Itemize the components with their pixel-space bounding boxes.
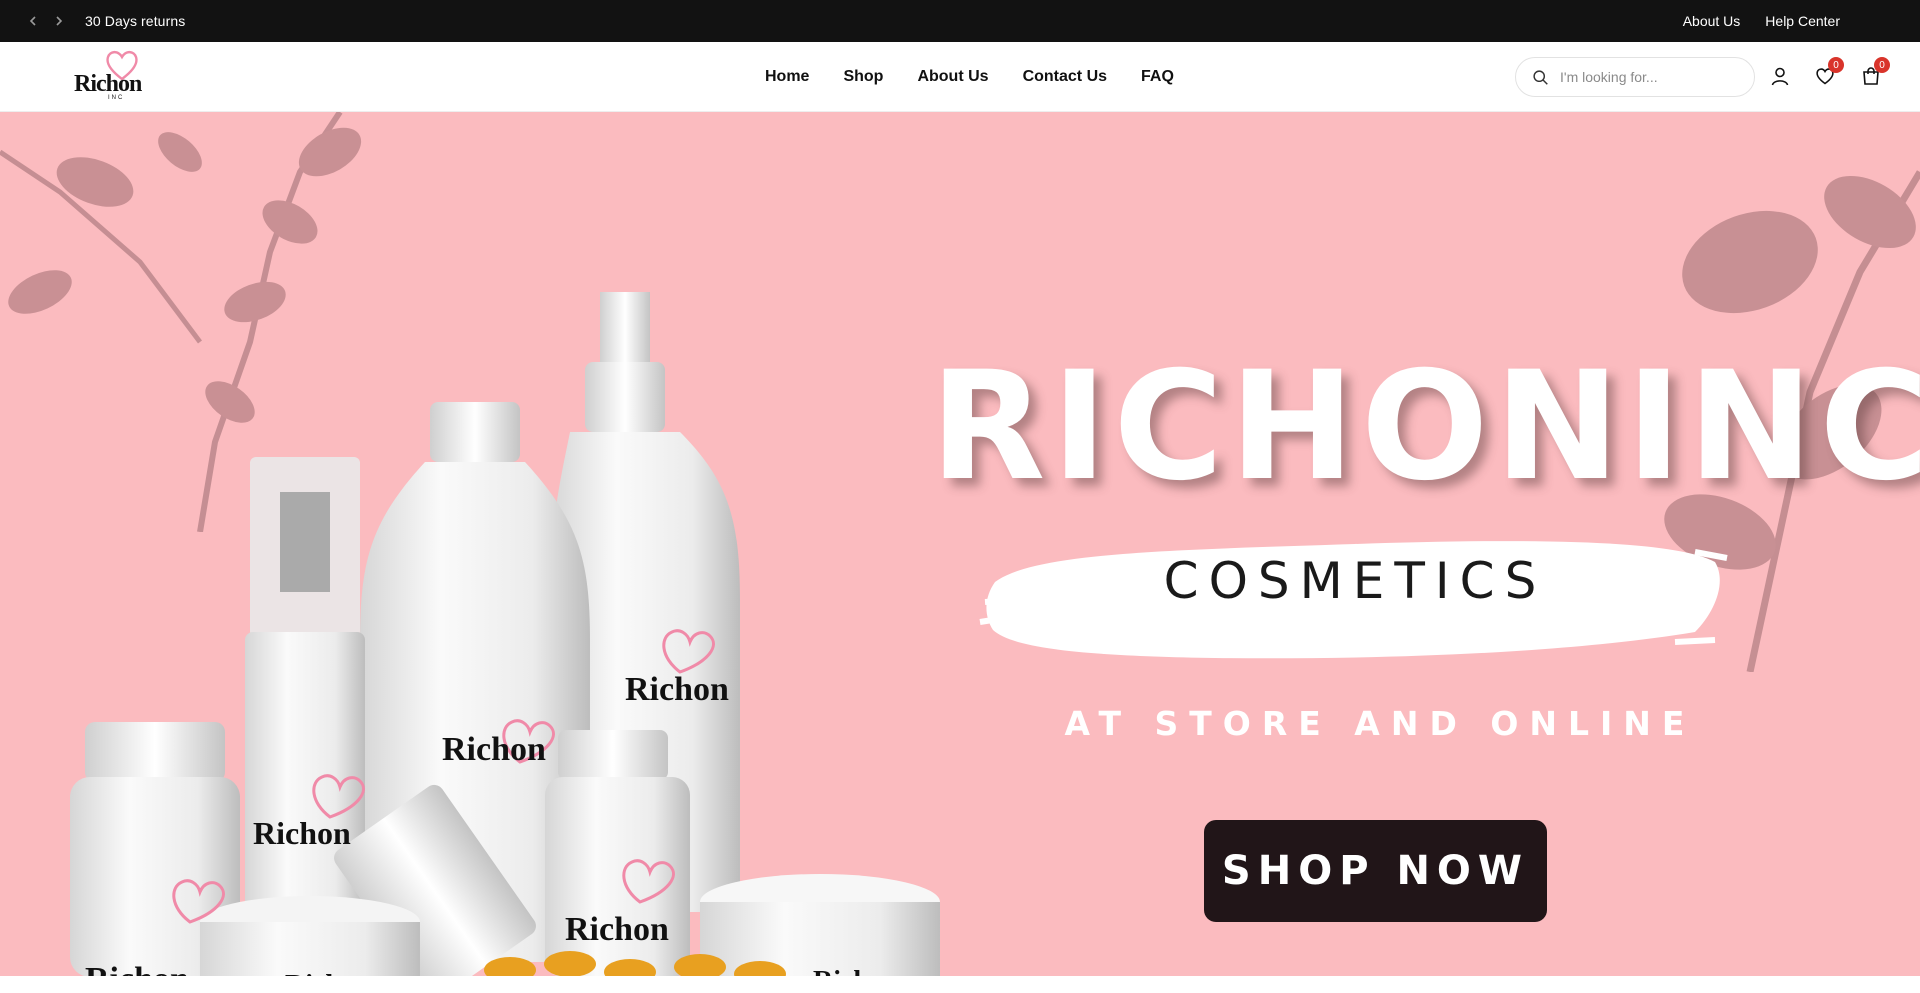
- account-button[interactable]: [1770, 66, 1792, 88]
- shop-now-button[interactable]: SHOP NOW: [1204, 820, 1547, 922]
- cart-button[interactable]: 0: [1861, 57, 1890, 88]
- product-label: Richon: [442, 731, 546, 768]
- logo-subtext: INC: [108, 95, 125, 101]
- page-bottom-strip: [0, 976, 1920, 993]
- site-logo[interactable]: Richon INC: [72, 49, 144, 105]
- hero-subtitle: COSMETICS: [1163, 552, 1547, 610]
- product-label: Richon: [625, 671, 729, 708]
- chevron-right-icon[interactable]: [51, 13, 67, 29]
- wishlist-button[interactable]: 0: [1815, 57, 1844, 88]
- top-link-help-center[interactable]: Help Center: [1765, 13, 1840, 29]
- nav-faq[interactable]: FAQ: [1141, 68, 1174, 86]
- product-label: Richon: [565, 911, 669, 948]
- announcement-bar: 30 Days returns About Us Help Center: [0, 0, 1920, 42]
- hero-banner[interactable]: Richon Richon Richon Richon Richon Richo…: [0, 112, 1920, 976]
- product-label: Richon: [253, 815, 351, 851]
- product-label: Richon: [813, 966, 899, 976]
- main-nav: Home Shop About Us Contact Us FAQ: [765, 42, 1174, 112]
- product-label: Richon: [85, 961, 189, 976]
- user-icon: [1771, 67, 1789, 86]
- nav-home[interactable]: Home: [765, 68, 809, 86]
- top-links: About Us Help Center: [1683, 13, 1840, 29]
- search-icon: [1533, 69, 1548, 85]
- logo-text: Richon: [74, 71, 142, 97]
- product-bottles-image: Richon Richon Richon Richon Richon Richo…: [70, 292, 940, 976]
- search-box[interactable]: [1515, 57, 1755, 97]
- site-header: Richon INC Home Shop About Us Contact Us…: [0, 42, 1920, 112]
- hero-tagline: AT STORE AND ONLINE: [1064, 704, 1696, 743]
- nav-contact-us[interactable]: Contact Us: [1023, 68, 1107, 86]
- cart-count-badge: 0: [1874, 57, 1890, 73]
- nav-shop[interactable]: Shop: [843, 68, 883, 86]
- announcement-text: 30 Days returns: [85, 13, 186, 29]
- hero-title: RICHONINC: [930, 340, 1920, 514]
- wishlist-count-badge: 0: [1828, 57, 1844, 73]
- top-link-about-us[interactable]: About Us: [1683, 13, 1741, 29]
- chevron-left-icon[interactable]: [25, 13, 41, 29]
- nav-about-us[interactable]: About Us: [917, 68, 988, 86]
- search-input[interactable]: [1560, 69, 1740, 85]
